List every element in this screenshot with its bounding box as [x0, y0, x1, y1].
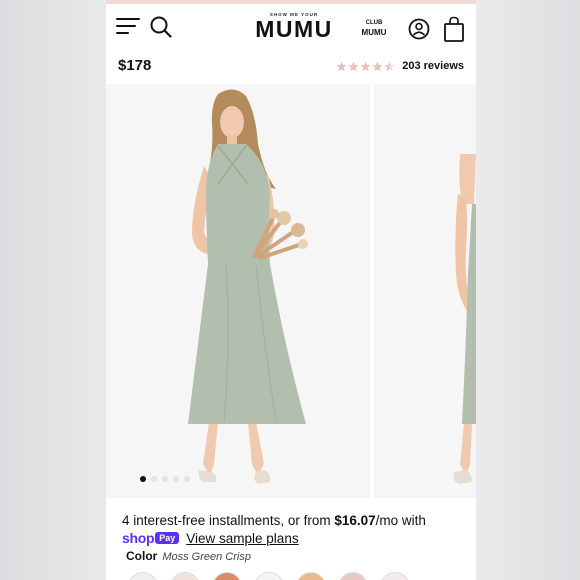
- model-photo: [188, 89, 308, 484]
- color-label: Color: [126, 549, 158, 563]
- shop-pay-row: shop Pay View sample plans: [122, 530, 299, 546]
- rating-stars: [336, 61, 396, 72]
- review-count[interactable]: 203 reviews: [402, 60, 464, 72]
- site-header: SHOW ME YOUR MUMU CLUB MUMU: [106, 4, 476, 50]
- bag-icon[interactable]: [443, 16, 465, 42]
- installments-text: 4 interest-free installments, or from $1…: [122, 511, 467, 530]
- installments-amount: $16.07: [334, 513, 376, 528]
- color-swatch[interactable]: [296, 572, 326, 580]
- product-image-main[interactable]: [106, 84, 370, 498]
- color-swatches: [128, 572, 422, 580]
- color-swatch[interactable]: [212, 572, 242, 580]
- view-sample-plans-link[interactable]: View sample plans: [186, 531, 298, 546]
- background-right: [476, 0, 580, 580]
- gallery-dot[interactable]: [173, 476, 179, 482]
- menu-icon[interactable]: [116, 18, 140, 36]
- product-gallery[interactable]: [106, 84, 476, 498]
- installments-prefix: 4 interest-free installments, or from: [122, 513, 335, 528]
- club-brand: MUMU: [361, 28, 387, 37]
- model-photo-partial: [453, 154, 476, 484]
- star-icon: [336, 61, 347, 71]
- selected-color-name: Moss Green Crisp: [162, 551, 251, 563]
- product-page: SHOW ME YOUR MUMU CLUB MUMU $178 203 rev…: [106, 0, 476, 580]
- shop-pay-logo: shop: [122, 530, 155, 546]
- color-swatch[interactable]: [128, 572, 158, 580]
- product-rating[interactable]: 203 reviews: [336, 58, 464, 74]
- color-swatch[interactable]: [338, 572, 368, 580]
- gallery-dot[interactable]: [140, 476, 146, 482]
- gallery-pagination: [140, 476, 195, 482]
- gallery-dot[interactable]: [151, 476, 157, 482]
- gallery-dot[interactable]: [162, 476, 168, 482]
- half-star-icon: [384, 61, 395, 71]
- account-icon[interactable]: [408, 18, 430, 40]
- product-price: $178: [118, 57, 152, 74]
- color-swatch[interactable]: [170, 572, 200, 580]
- star-icon: [348, 61, 359, 71]
- installments-suffix: /mo with: [375, 513, 426, 528]
- color-selector-header: Color Moss Green Crisp: [126, 549, 251, 563]
- brand-name: MUMU: [255, 16, 333, 42]
- product-image-next[interactable]: [374, 84, 476, 498]
- star-icon: [372, 61, 383, 71]
- club-mumu-link[interactable]: CLUB MUMU: [356, 19, 392, 37]
- shop-pay-badge: Pay: [155, 532, 180, 544]
- star-icon: [360, 61, 371, 71]
- club-label: CLUB: [365, 20, 383, 26]
- gallery-dot[interactable]: [184, 476, 190, 482]
- search-icon[interactable]: [150, 16, 172, 38]
- color-swatch[interactable]: [254, 572, 284, 580]
- background-left: [0, 0, 106, 580]
- brand-logo[interactable]: SHOW ME YOUR MUMU: [246, 12, 342, 41]
- color-swatch[interactable]: [380, 572, 410, 580]
